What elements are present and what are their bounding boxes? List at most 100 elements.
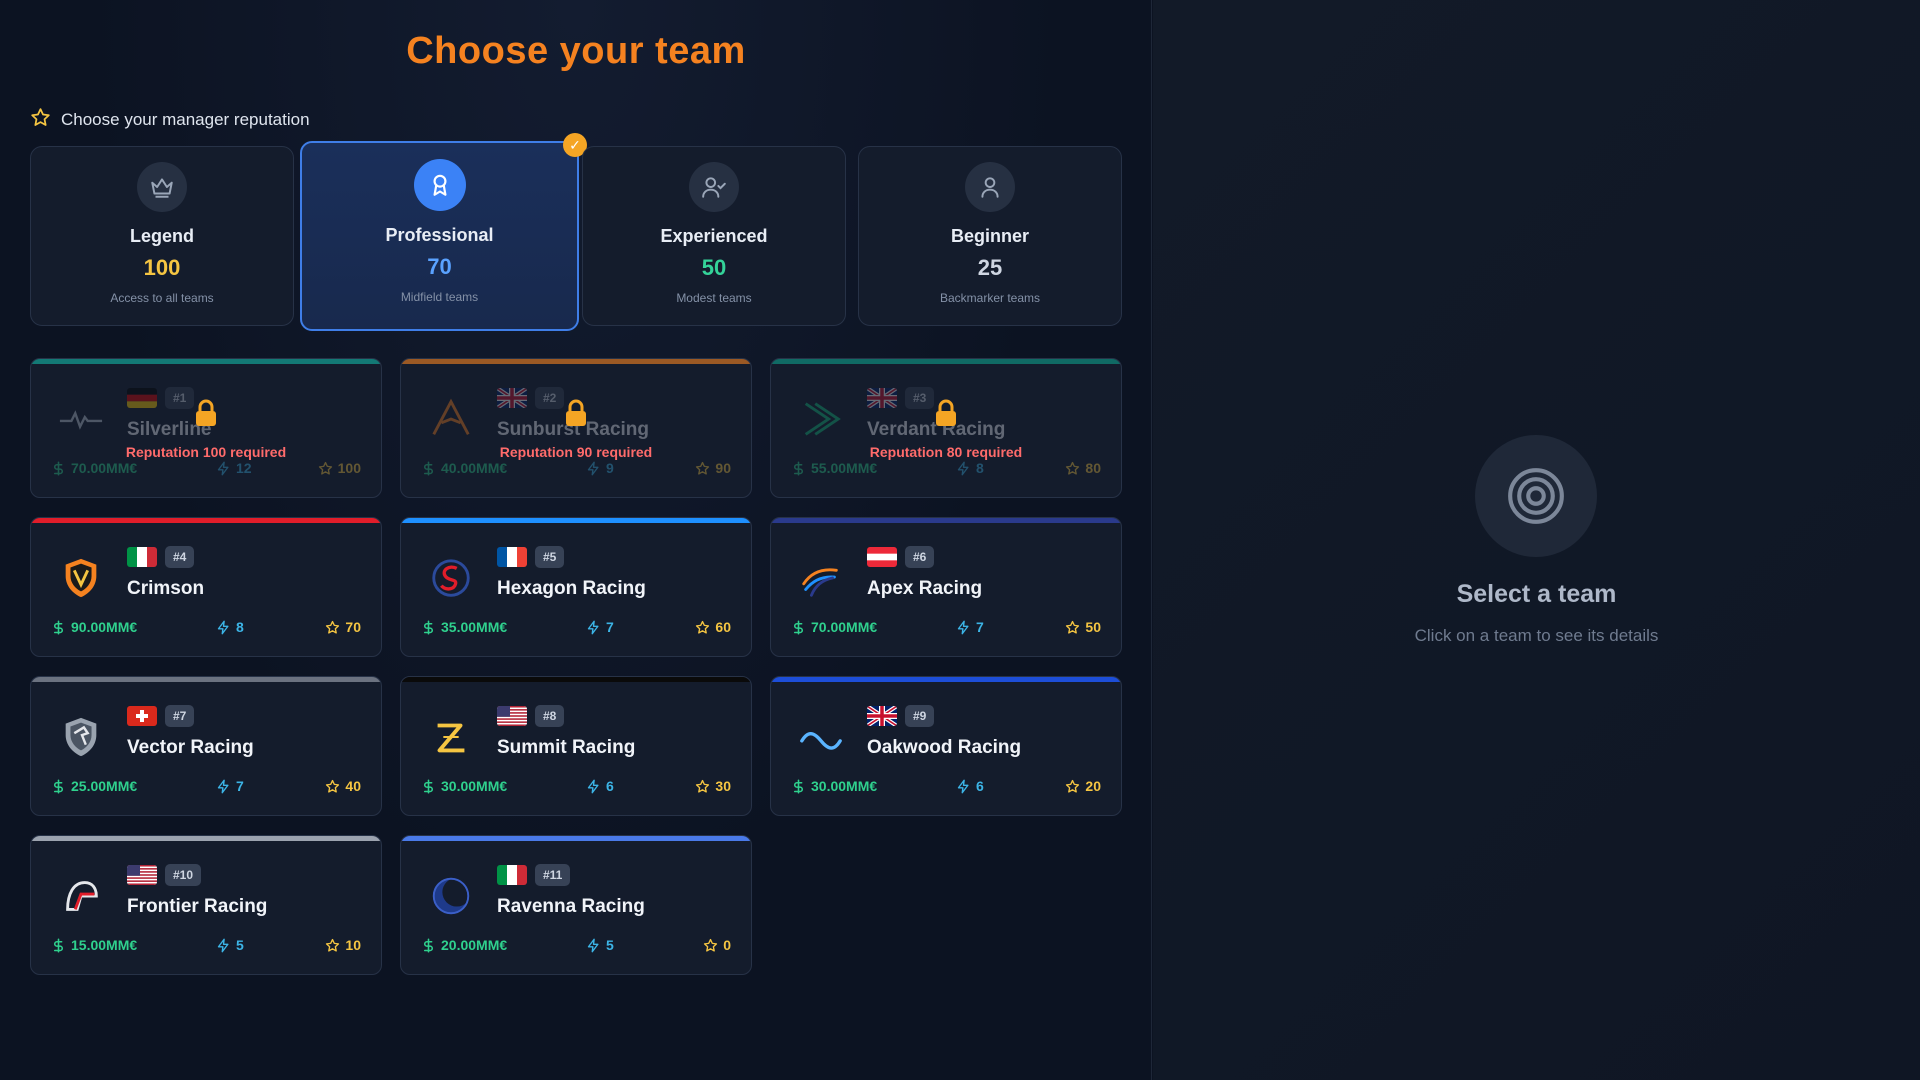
team-budget: 30.00MM€	[421, 778, 507, 794]
bolt-icon	[956, 620, 971, 635]
arrow-logo-icon	[795, 393, 847, 445]
team-reputation: 60	[695, 619, 731, 635]
bolt-icon	[216, 461, 231, 476]
team-reputation-value: 50	[1085, 619, 1101, 635]
star-icon	[1065, 461, 1080, 476]
bolt-icon	[956, 779, 971, 794]
team-power-value: 6	[976, 778, 984, 794]
team-card[interactable]: #5 Hexagon Racing 35.00MM€ 7 60	[400, 517, 752, 657]
bolt-icon	[216, 779, 231, 794]
team-accent-bar	[31, 836, 381, 841]
dollar-icon	[791, 619, 806, 635]
star-icon	[703, 938, 718, 953]
team-rank-badge: #6	[905, 546, 935, 568]
z-logo-icon	[425, 711, 477, 763]
horse-shield-logo-icon	[55, 711, 107, 763]
flag-usa-icon	[127, 865, 157, 885]
reputation-card-professional[interactable]: Professional 70 Midfield teams ✓	[300, 133, 587, 331]
team-power-value: 6	[606, 778, 614, 794]
team-card[interactable]: #6 Apex Racing 70.00MM€ 7 50	[770, 517, 1122, 657]
star-icon	[695, 461, 710, 476]
team-rank-badge: #3	[905, 387, 935, 409]
team-stats: 90.00MM€ 8 70	[51, 619, 361, 637]
flag-france-icon	[497, 547, 527, 567]
details-title: Select a team	[1456, 580, 1617, 608]
team-power-value: 5	[236, 937, 244, 953]
swoosh-logo-icon	[795, 552, 847, 604]
team-rank-badge: #8	[535, 705, 565, 727]
team-reputation-value: 100	[337, 460, 361, 476]
team-card[interactable]: #11 Ravenna Racing 20.00MM€ 5 0	[400, 835, 752, 975]
star-icon	[30, 107, 51, 133]
team-power-value: 7	[606, 619, 614, 635]
team-power-value: 12	[236, 460, 252, 476]
details-subtitle: Click on a team to see its details	[1414, 626, 1659, 645]
team-reputation-value: 80	[1085, 460, 1101, 476]
team-card[interactable]: #7 Vector Racing 25.00MM€ 7 40	[30, 676, 382, 816]
team-name: Vector Racing	[127, 737, 254, 758]
dollar-icon	[421, 937, 436, 953]
flag-italy-icon	[497, 865, 527, 885]
team-reputation: 30	[695, 778, 731, 794]
team-card[interactable]: #1 Silverline 70.00MM€ 12 100 Reputation…	[30, 358, 382, 498]
bolt-icon	[586, 779, 601, 794]
team-name: Frontier Racing	[127, 896, 268, 917]
dollar-icon	[421, 619, 436, 635]
reputation-name: Beginner	[950, 226, 1029, 246]
bolt-icon	[216, 938, 231, 953]
team-budget: 55.00MM€	[791, 460, 877, 476]
reputation-card-experienced[interactable]: Experienced 50 Modest teams	[582, 146, 846, 326]
team-card[interactable]: #9 Oakwood Racing 30.00MM€ 6 20	[770, 676, 1122, 816]
wave-logo-icon	[795, 711, 847, 763]
flag-italy-icon	[127, 547, 157, 567]
team-details-panel: Select a team Click on a team to see its…	[1153, 0, 1920, 1080]
team-stats: 55.00MM€ 8 80	[791, 460, 1101, 478]
pulse-logo-icon	[55, 393, 107, 445]
team-accent-bar	[31, 677, 381, 682]
team-budget-value: 90.00MM€	[71, 619, 138, 635]
team-rank-badge: #9	[905, 705, 935, 727]
team-stats: 70.00MM€ 12 100	[51, 460, 361, 478]
team-power-value: 8	[976, 460, 984, 476]
team-accent-bar	[771, 518, 1121, 523]
team-budget-value: 15.00MM€	[71, 937, 138, 953]
team-power: 12	[216, 460, 252, 476]
star-icon	[325, 938, 340, 953]
team-card[interactable]: #10 Frontier Racing 15.00MM€ 5 10	[30, 835, 382, 975]
team-reputation: 80	[1065, 460, 1101, 476]
reputation-card-beginner[interactable]: Beginner 25 Backmarker teams	[858, 146, 1122, 326]
team-power-value: 7	[976, 619, 984, 635]
team-accent-bar	[771, 359, 1121, 364]
team-name: Summit Racing	[497, 737, 636, 758]
lock-requirement-text: Reputation 100 required	[125, 444, 287, 460]
star-icon	[325, 779, 340, 794]
flag-uk-icon	[867, 706, 897, 726]
team-card[interactable]: #2 Sunburst Racing 40.00MM€ 9 90 Reputat…	[400, 358, 752, 498]
reputation-card-legend[interactable]: Legend 100 Access to all teams	[30, 146, 294, 326]
team-power: 8	[216, 619, 244, 635]
reputation-value: 25	[977, 255, 1003, 280]
reputation-value: 70	[427, 254, 452, 279]
team-power-value: 8	[236, 619, 244, 635]
team-rank-badge: #2	[535, 387, 565, 409]
team-card[interactable]: #4 Crimson 90.00MM€ 8 70	[30, 517, 382, 657]
team-reputation: 70	[325, 619, 361, 635]
team-card[interactable]: #8 Summit Racing 30.00MM€ 6 30	[400, 676, 752, 816]
hexagon-logo-icon	[425, 552, 477, 604]
helmet-logo-icon	[55, 870, 107, 922]
flag-switzerland-icon	[127, 706, 157, 726]
reputation-name: Professional	[385, 225, 494, 245]
team-name: Oakwood Racing	[867, 737, 1022, 758]
lock-requirement-text: Reputation 80 required	[869, 444, 1023, 460]
team-power: 7	[956, 619, 984, 635]
star-icon	[1065, 620, 1080, 635]
team-power: 5	[586, 937, 614, 953]
team-accent-bar	[771, 677, 1121, 682]
team-card[interactable]: #3 Verdant Racing 55.00MM€ 8 80 Reputati…	[770, 358, 1122, 498]
reputation-description: Modest teams	[676, 291, 752, 305]
reputation-description: Backmarker teams	[939, 291, 1041, 305]
dollar-icon	[51, 778, 66, 794]
team-budget-value: 70.00MM€	[811, 619, 878, 635]
reputation-description: Access to all teams	[110, 291, 214, 305]
team-rank-badge: #4	[165, 546, 195, 568]
